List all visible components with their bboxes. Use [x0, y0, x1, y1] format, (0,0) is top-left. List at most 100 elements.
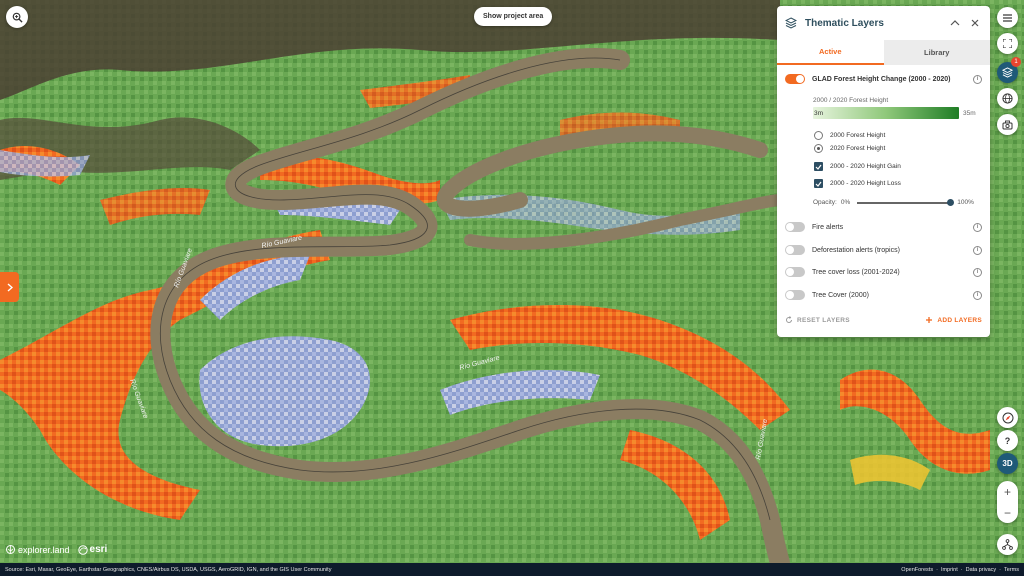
layer-toggle-tree-cover[interactable]	[785, 290, 805, 300]
basemap-button[interactable]	[997, 88, 1018, 109]
globe-icon	[1002, 93, 1013, 104]
legend-title: 2000 / 2020 Forest Height	[813, 97, 889, 104]
network-icon	[1002, 539, 1013, 550]
radio-button[interactable]	[814, 131, 823, 140]
chevron-right-icon	[7, 282, 13, 292]
footer-separator: ·	[936, 566, 938, 573]
compass-button[interactable]	[997, 407, 1018, 428]
explorer-land-logo: explorer.land	[18, 544, 70, 555]
esri-logo-icon	[77, 544, 88, 555]
zoom-controls: + −	[997, 481, 1018, 523]
panel-tabs: Active Library	[777, 40, 990, 65]
view-mode-label: 3D	[1002, 459, 1013, 468]
layer-name: GLAD Forest Height Change (2000 - 2020)	[812, 75, 951, 83]
footer-link-data-privacy[interactable]: Data privacy	[966, 567, 997, 573]
opacity-label: Opacity:	[813, 199, 837, 206]
opacity-min-label: 0%	[840, 199, 851, 206]
panel-header: Thematic Layers	[777, 6, 990, 40]
footer-links: OpenForests · Imprint · Data privacy · T…	[901, 567, 1019, 573]
fullscreen-button[interactable]	[997, 33, 1018, 54]
help-icon: ?	[1004, 435, 1011, 446]
option-label: 2000 - 2020 Height Loss	[830, 180, 901, 187]
layer-toggle-tree-cover-loss[interactable]	[785, 267, 805, 277]
info-icon[interactable]: i	[973, 245, 982, 255]
layers-icon	[785, 17, 797, 29]
menu-button[interactable]	[997, 7, 1018, 28]
layer-name: Fire alerts	[812, 223, 844, 231]
check-icon	[815, 181, 822, 187]
info-icon[interactable]: i	[973, 74, 982, 84]
panel-footer: RESET LAYERS ADD LAYERS	[785, 316, 982, 324]
close-icon	[971, 19, 979, 27]
opacity-slider[interactable]	[857, 198, 954, 206]
menu-icon	[1003, 13, 1012, 22]
layers-count-badge: 1	[1011, 57, 1021, 67]
option-label: 2000 - 2020 Height Gain	[830, 163, 901, 170]
legend-max-label: 35m	[963, 110, 976, 117]
layer-row-tree-cover: Tree Cover (2000) i	[785, 288, 982, 302]
opacity-control: Opacity: 0% 100%	[813, 197, 978, 208]
opacity-slider-thumb[interactable]	[946, 198, 954, 206]
zoom-out-button[interactable]: −	[997, 502, 1018, 523]
explorer-land-logo-icon	[6, 545, 15, 554]
collapse-panel-button[interactable]	[948, 16, 962, 30]
opacity-max-label: 100%	[957, 199, 974, 206]
option-height-gain[interactable]: 2000 - 2020 Height Gain	[814, 161, 901, 172]
layer-toggle-fire-alerts[interactable]	[785, 222, 805, 232]
footer-separator: ·	[999, 566, 1002, 573]
tab-library[interactable]: Library	[883, 40, 990, 65]
panel-title: Thematic Layers	[805, 17, 884, 29]
layer-row-fire-alerts: Fire alerts i	[785, 220, 982, 234]
reset-layers-button[interactable]: RESET LAYERS	[785, 316, 850, 324]
checkbox[interactable]	[814, 162, 823, 171]
option-2000-height[interactable]: 2000 Forest Height	[814, 130, 885, 141]
check-icon	[815, 164, 822, 170]
layer-row-glad: GLAD Forest Height Change (2000 - 2020) …	[785, 72, 982, 86]
location-button[interactable]	[997, 534, 1018, 555]
esri-logo: esri	[89, 544, 108, 555]
thematic-layers-panel: Thematic Layers Active Library GLAD Fore…	[777, 6, 990, 337]
compass-icon	[1002, 412, 1013, 423]
footer-link-imprint[interactable]: Imprint	[941, 567, 958, 573]
logos: explorer.land esri	[6, 544, 107, 555]
view-mode-button[interactable]: 3D	[997, 453, 1018, 474]
layers-icon	[1002, 67, 1013, 78]
chevron-up-icon	[950, 20, 960, 26]
tab-active[interactable]: Active	[777, 40, 884, 65]
legend-min-label: 3m	[814, 110, 824, 117]
footer-link-openforests[interactable]: OpenForests	[901, 567, 933, 573]
option-height-loss[interactable]: 2000 - 2020 Height Loss	[814, 178, 901, 189]
info-icon[interactable]: i	[973, 267, 982, 277]
footer-separator: ·	[960, 566, 963, 573]
layer-row-deforestation: Deforestation alerts (tropics) i	[785, 243, 982, 257]
fullscreen-icon	[1003, 39, 1012, 48]
radio-button[interactable]	[814, 144, 823, 153]
zoom-to-button[interactable]	[6, 6, 28, 28]
legend-gradient	[813, 107, 959, 119]
reset-icon	[786, 316, 792, 323]
add-layers-button[interactable]: ADD LAYERS	[925, 316, 982, 324]
add-layers-label: ADD LAYERS	[937, 316, 982, 324]
help-button[interactable]: ?	[997, 430, 1018, 451]
layer-name: Deforestation alerts (tropics)	[812, 246, 900, 254]
reset-layers-label: RESET LAYERS	[797, 316, 850, 324]
show-project-area-button[interactable]: Show project area	[474, 7, 553, 26]
layer-row-tree-cover-loss: Tree cover loss (2001-2024) i	[785, 265, 982, 279]
zoom-to-icon	[12, 12, 23, 23]
close-panel-button[interactable]	[968, 16, 982, 30]
open-sidebar-button[interactable]	[0, 272, 19, 302]
info-icon[interactable]: i	[973, 222, 982, 232]
option-2020-height[interactable]: 2020 Forest Height	[814, 143, 885, 154]
option-label: 2020 Forest Height	[830, 145, 886, 152]
layer-toggle-glad[interactable]	[785, 74, 805, 84]
checkbox[interactable]	[814, 179, 823, 188]
layer-name: Tree Cover (2000)	[812, 291, 869, 299]
footer-link-terms[interactable]: Terms	[1004, 567, 1019, 573]
layer-toggle-deforestation[interactable]	[785, 245, 805, 255]
plus-icon	[926, 317, 933, 323]
info-icon[interactable]: i	[973, 290, 982, 300]
zoom-in-button[interactable]: +	[997, 481, 1018, 502]
layer-name: Tree cover loss (2001-2024)	[812, 268, 900, 276]
attribution-text: Source: Esri, Maxar, GeoEye, Earthstar G…	[5, 566, 332, 573]
screenshot-button[interactable]	[997, 114, 1018, 135]
